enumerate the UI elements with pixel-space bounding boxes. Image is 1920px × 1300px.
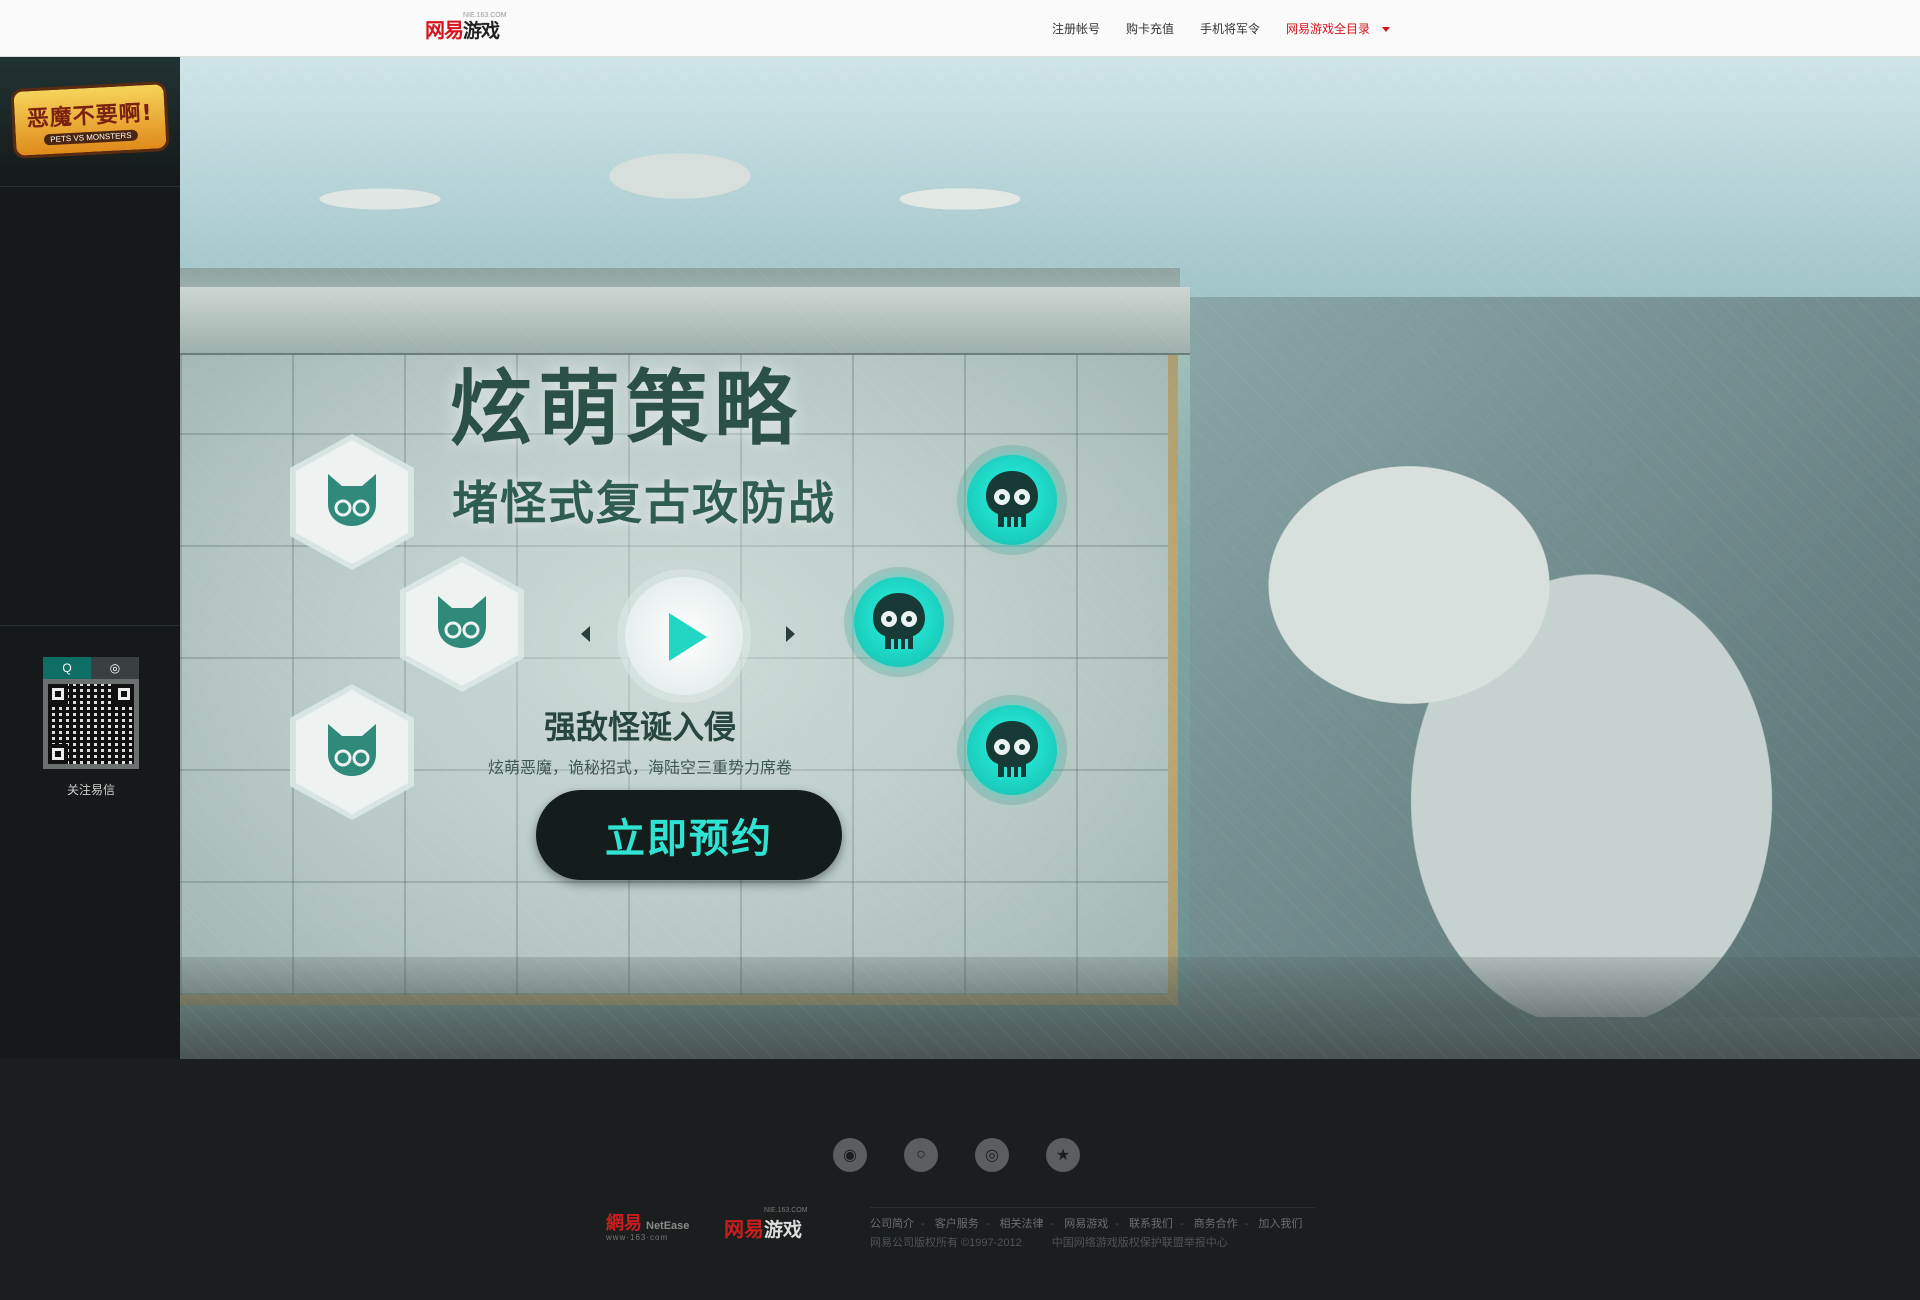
pet-hex-1[interactable] [290, 434, 414, 570]
footer-copyright-row: 网易公司版权所有 ©1997-2012 中国网络游戏版权保护联盟举报中心 [870, 1234, 1315, 1252]
qr-caption: 关注易信 [66, 783, 115, 797]
feature-description: 炫萌恶魔，诡秘招式，海陆空三重势力席卷 [487, 760, 792, 777]
qr-finder [114, 684, 134, 704]
footer-link-row: 公司简介 - 客户服务 - 相关法律 - 网易游戏 - 联系我们 - 商务合作 - 加入我们 [870, 1214, 1315, 1234]
play-icon [669, 613, 707, 661]
skull-icon [873, 593, 925, 649]
separator: - [1115, 1218, 1119, 1230]
alliance-link[interactable]: 中国网络游戏版权保护联盟举报中心 [1052, 1237, 1228, 1249]
footer-links: 公司简介 - 客户服务 - 相关法律 - 网易游戏 - 联系我们 - 商务合作 - 加入我们… [870, 1207, 1315, 1252]
qr-tab-qq[interactable]: Q [43, 657, 91, 679]
chevron-left-icon [581, 626, 590, 642]
skull-icon [986, 471, 1038, 527]
wechat-icon: ◎ [109, 661, 121, 675]
separator: - [1050, 1218, 1055, 1230]
nie-footer-logo[interactable]: 网易游戏 NIE.163.COM [724, 1207, 808, 1245]
pet-hex-2[interactable] [400, 556, 524, 692]
qq-glyph: ○ [916, 1146, 926, 1163]
netease-logo-en: NetEase [646, 1220, 690, 1232]
netease-logo-cn: 網易 [606, 1213, 642, 1234]
qq-icon: Q [62, 661, 72, 675]
separator: - [1179, 1218, 1184, 1230]
nie-logo[interactable]: 网易 游戏 NIE.163.COM [425, 12, 507, 43]
footer-link-legal[interactable]: 相关法律 [999, 1218, 1043, 1230]
footer-link-contact[interactable]: 联系我们 [1129, 1218, 1173, 1230]
qr-finder [48, 684, 68, 704]
play-video-button[interactable] [625, 577, 743, 695]
wechat-glyph: ◉ [843, 1147, 857, 1164]
nav-register[interactable]: 注册帐号 [1052, 20, 1100, 37]
hero-ruins-art [1190, 297, 1920, 1017]
cat-icon [438, 596, 486, 648]
hero-foreground [180, 957, 1920, 1059]
copyright-text: 网易公司版权所有 ©1997-2012 [870, 1237, 1022, 1249]
hero-subline: 堵怪式复古攻防战 [452, 476, 836, 530]
qq-icon[interactable]: ○ [904, 1138, 938, 1172]
next-arrow-button[interactable] [780, 622, 800, 646]
nav-mobile-token[interactable]: 手机将军令 [1200, 20, 1260, 37]
footer-link-jobs[interactable]: 加入我们 [1258, 1218, 1302, 1230]
skull-icon [986, 721, 1038, 777]
weibo-glyph: ◎ [985, 1147, 999, 1164]
qr-tab-wechat[interactable]: ◎ [91, 657, 139, 679]
footer-link-service[interactable]: 客户服务 [935, 1218, 979, 1230]
nie-footer-logo-domain: NIE.163.COM [764, 1207, 808, 1214]
game-logo-badge: 恶魔不要啊! PETS VS MONSTERS [10, 80, 170, 160]
nav-all-games[interactable]: 网易游戏全目录 [1286, 20, 1390, 37]
nav-all-games-label: 网易游戏全目录 [1285, 21, 1370, 36]
nie-logo-game: 游戏 [463, 20, 500, 42]
qr-panel: Q ◎ 关注易信 [43, 657, 139, 798]
reserve-button-label: 立即预约 [605, 816, 773, 862]
star-icon[interactable]: ★ [1046, 1138, 1080, 1172]
game-logo[interactable]: 恶魔不要啊! PETS VS MONSTERS [0, 57, 180, 187]
game-logo-title: 恶魔不要啊! [26, 100, 154, 132]
pet-hex-3[interactable] [290, 684, 414, 820]
feature-title: 强敌怪诞入侵 [543, 708, 736, 746]
game-logo-subtitle: PETS VS MONSTERS [43, 129, 138, 145]
hero-banner: 炫萌策略 堵怪式复古攻防战 强敌怪诞入侵 炫萌恶魔，诡秘招式，海陆空三重势力席卷… [180, 57, 1920, 1059]
star-glyph: ★ [1055, 1147, 1071, 1164]
footer: ◉ ○ ◎ ★ 網易 NetEase www·163·com 网易游戏 NIE.1… [0, 1059, 1920, 1300]
sidebar-divider [0, 625, 180, 626]
nie-logo-domain: NIE.163.COM [463, 12, 507, 19]
qr-finder [48, 744, 68, 764]
monster-skull-1[interactable] [957, 445, 1067, 555]
chevron-right-icon [786, 626, 795, 642]
nie-footer-logo-white: 游戏 [764, 1219, 803, 1241]
hero-headline: 炫萌策略 [450, 362, 803, 457]
social-links: ◉ ○ ◎ ★ [833, 1138, 1117, 1172]
footer-link-games[interactable]: 网易游戏 [1064, 1218, 1108, 1230]
nie-footer-logo-red: 网易 [724, 1217, 764, 1241]
qr-pattern [48, 684, 134, 764]
wechat-icon[interactable]: ◉ [833, 1138, 867, 1172]
nav-recharge[interactable]: 购卡充值 [1126, 20, 1174, 37]
sidebar: 恶魔不要啊! PETS VS MONSTERS Q ◎ 关注易信 [0, 57, 180, 1059]
monster-skull-2[interactable] [844, 567, 954, 677]
prev-arrow-button[interactable] [576, 622, 596, 646]
chevron-down-icon [1382, 26, 1390, 32]
top-nav: 注册帐号 购卡充值 手机将军令 网易游戏全目录 [1026, 0, 1390, 56]
monster-skull-3[interactable] [957, 695, 1067, 805]
footer-link-about[interactable]: 公司简介 [870, 1218, 914, 1230]
separator: - [921, 1218, 925, 1230]
nie-logo-red: 网易 [425, 18, 464, 42]
qr-code [43, 679, 139, 769]
cat-icon [328, 474, 376, 526]
cat-icon [328, 724, 376, 776]
footer-link-business[interactable]: 商务合作 [1194, 1218, 1238, 1230]
separator: - [1244, 1218, 1249, 1230]
reserve-now-button[interactable]: 立即预约 [536, 790, 842, 880]
weibo-icon[interactable]: ◎ [975, 1138, 1009, 1172]
top-bar: 网易 游戏 NIE.163.COM 注册帐号 购卡充值 手机将军令 网易游戏全目… [0, 0, 1920, 57]
footer-logos: 網易 NetEase www·163·com 网易游戏 NIE.163.COM [606, 1207, 808, 1245]
qr-tabs: Q ◎ [43, 657, 139, 679]
netease-logo-url: www·163·com [606, 1233, 669, 1242]
separator: - [985, 1218, 990, 1230]
netease-logo[interactable]: 網易 NetEase www·163·com [606, 1209, 712, 1245]
